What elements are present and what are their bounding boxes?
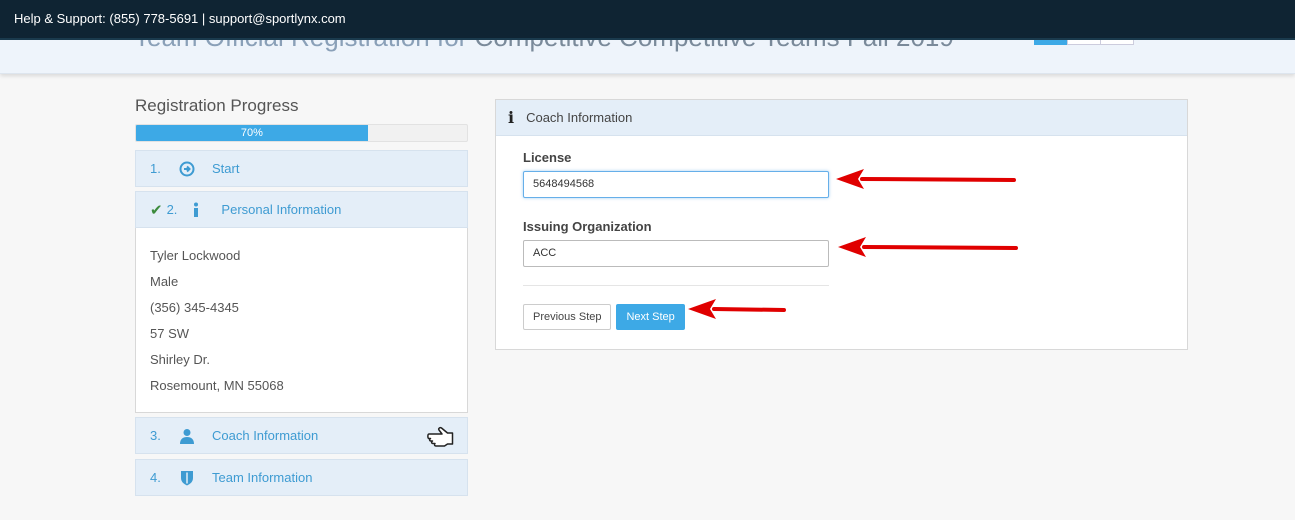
coach-information-panel: i Coach Information License 5648494568 I… <box>495 99 1188 350</box>
support-bar: Help & Support: (855) 778-5691 | support… <box>0 0 1295 40</box>
detail-gender: Male <box>150 274 179 289</box>
license-label: License <box>523 150 572 165</box>
step-number: 3. <box>150 428 161 443</box>
step-team-information[interactable]: 4. Team Information <box>135 459 468 496</box>
progress-title: Registration Progress <box>135 96 299 115</box>
check-icon: ✔ <box>150 201 163 219</box>
annotation-arrow-organization <box>838 237 1018 257</box>
step-personal-information[interactable]: ✔ 2. Personal Information <box>135 191 468 228</box>
annotation-arrow-next-step <box>688 299 786 319</box>
panel-title: Coach Information <box>526 110 633 125</box>
arrow-circle-right-icon <box>172 161 202 177</box>
progress-bar: 70% <box>135 124 468 142</box>
step-label: Personal Information <box>221 202 342 217</box>
user-icon <box>172 428 202 444</box>
step-label: Start <box>212 161 240 176</box>
info-icon: i <box>508 108 515 127</box>
step-start[interactable]: 1. Start <box>135 150 468 187</box>
step-number: 4. <box>150 470 161 485</box>
step-label: Team Information <box>212 470 313 485</box>
detail-address-line1: 57 SW <box>150 326 190 341</box>
detail-address-line2: Shirley Dr. <box>150 352 210 367</box>
step-number: 2. <box>166 202 178 217</box>
form-divider <box>523 285 829 286</box>
step-coach-information[interactable]: 3. Coach Information <box>135 417 468 454</box>
previous-step-button[interactable]: Previous Step <box>523 304 612 330</box>
detail-name: Tyler Lockwood <box>150 248 241 263</box>
annotation-arrow-license <box>836 169 1016 189</box>
detail-city: Rosemount, MN 55068 <box>150 378 284 393</box>
registration-progress-column: Registration Progress 70% 1. Start ✔ 2. … <box>135 96 468 496</box>
issuing-organization-input[interactable]: ACC <box>523 240 829 267</box>
issuing-organization-label: Issuing Organization <box>523 219 652 234</box>
license-input[interactable]: 5648494568 <box>523 171 829 198</box>
personal-details: Tyler Lockwood Male (356) 345-4345 57 SW… <box>135 228 468 413</box>
support-text: Help & Support: (855) 778-5691 | support… <box>14 11 346 26</box>
pointer-hand-icon <box>427 424 457 454</box>
step-label: Coach Information <box>212 428 319 443</box>
shield-icon <box>172 470 202 486</box>
info-icon <box>181 202 211 218</box>
panel-header: i Coach Information <box>496 100 1187 136</box>
step-number: 1. <box>150 161 161 176</box>
detail-phone: (356) 345-4345 <box>150 300 239 315</box>
next-step-button[interactable]: Next Step <box>616 304 685 330</box>
progress-bar-fill: 70% <box>136 125 368 141</box>
